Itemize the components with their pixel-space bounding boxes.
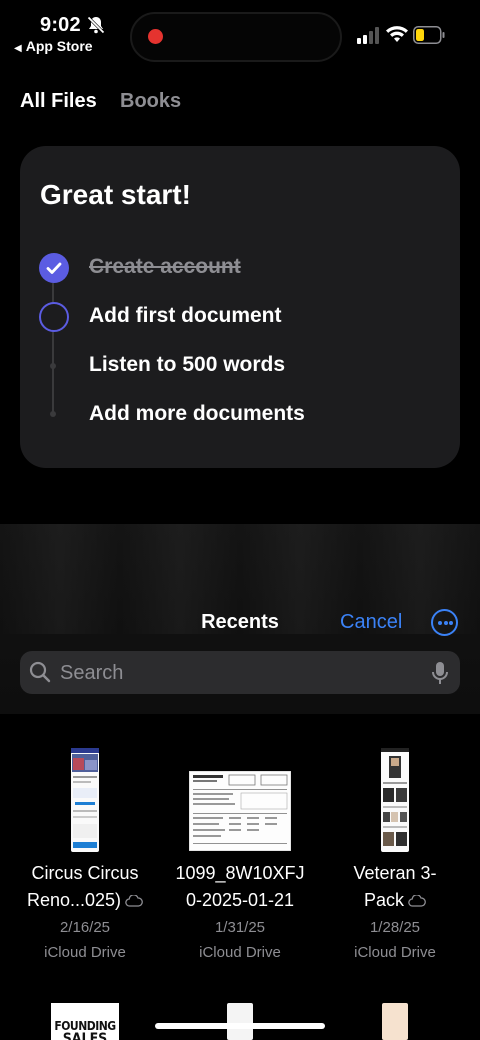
file-date: 1/31/25 <box>214 919 266 936</box>
step-listen-500-words: Listen to 500 words <box>89 353 286 376</box>
tab-books[interactable]: Books <box>120 90 181 113</box>
icloud-download-icon <box>408 895 426 907</box>
step-todo-dot <box>50 363 56 369</box>
icloud-download-icon <box>125 895 143 907</box>
ellipsis-circle-icon[interactable] <box>431 609 458 636</box>
status-time: 9:02 <box>40 14 81 36</box>
battery-low-icon <box>413 26 445 44</box>
file-name: Veteran 3- Pack <box>353 863 437 910</box>
file-thumbnail <box>315 748 475 860</box>
status-bar: 9:02 ◀ App Store <box>0 0 480 64</box>
file-thumbnail-partial[interactable] <box>382 1003 408 1040</box>
step-current-ring-icon <box>39 302 69 332</box>
file-item[interactable]: Veteran 3- Pack 1/28/25 iCloud Drive <box>315 748 475 963</box>
search-input[interactable] <box>58 651 422 696</box>
tab-all-files[interactable]: All Files <box>20 90 97 113</box>
bell-slash-icon <box>86 15 106 35</box>
search-bar[interactable] <box>20 651 460 696</box>
step-create-account: Create account <box>89 255 241 278</box>
file-item[interactable]: 1099_8W10XFJ 0-2025-01-21 1/31/25 iCloud … <box>160 748 320 963</box>
file-location: iCloud Drive <box>354 944 436 961</box>
back-to-app-store-link[interactable]: ◀ App Store <box>14 38 93 54</box>
file-date: 1/28/25 <box>369 919 421 936</box>
file-name: Circus Circus Reno...025) <box>5 860 165 914</box>
picker-title: Recents <box>201 611 279 633</box>
step-todo-dot <box>50 411 56 417</box>
cancel-button[interactable]: Cancel <box>340 611 402 634</box>
file-thumbnail-partial[interactable] <box>227 1003 253 1040</box>
file-item[interactable]: Circus Circus Reno...025) 2/16/25 iCloud … <box>5 748 165 963</box>
file-location: iCloud Drive <box>44 944 126 961</box>
file-thumbnail <box>160 748 320 860</box>
search-icon <box>29 661 51 683</box>
dynamic-island[interactable] <box>130 12 342 62</box>
home-indicator[interactable] <box>155 1023 325 1029</box>
file-thumbnail-partial[interactable]: FOUNDING SALES <box>51 1003 119 1040</box>
step-add-more-documents: Add more documents <box>89 402 305 425</box>
cellular-signal-icon <box>357 27 379 44</box>
step-add-first-document[interactable]: Add first document <box>89 304 282 328</box>
wifi-icon <box>386 26 408 42</box>
screen-recording-dot <box>148 29 163 44</box>
back-app-label: App Store <box>25 38 93 54</box>
back-triangle-icon: ◀ <box>14 43 22 54</box>
file-name: 1099_8W10XFJ 0-2025-01-21 <box>175 863 305 910</box>
onboarding-title: Great start! <box>40 179 191 210</box>
file-date: 2/16/25 <box>59 919 111 936</box>
file-thumbnail <box>5 748 165 860</box>
onboarding-card: Great start! Create account Add first do… <box>20 146 460 468</box>
microphone-icon[interactable] <box>430 661 450 685</box>
file-location: iCloud Drive <box>199 944 281 961</box>
step-complete-check-icon <box>39 253 69 283</box>
